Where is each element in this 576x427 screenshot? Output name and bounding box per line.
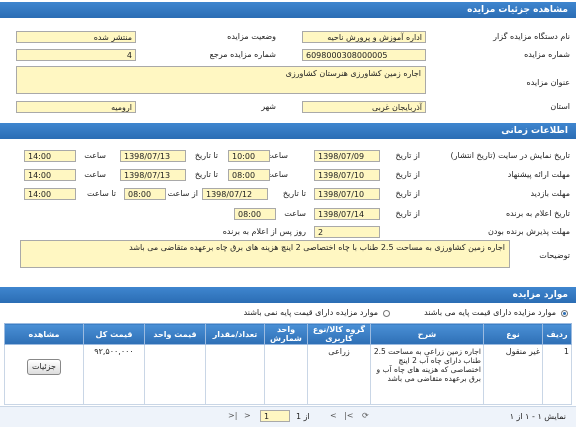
ref-field[interactable]: 4 — [16, 49, 136, 61]
number-field[interactable]: 6098000308000005 — [302, 49, 426, 61]
items-table: ردیف نوع شرح گروه کالا/نوع کاربری واحد ش… — [4, 323, 572, 405]
col-view: مشاهده — [4, 323, 84, 345]
pager-summary: نمایش ۱ - ۱ از ۱ — [509, 412, 566, 421]
ref-label: شماره مزایده مرجع — [209, 50, 276, 59]
items-table-header: ردیف نوع شرح گروه کالا/نوع کاربری واحد ش… — [4, 323, 572, 345]
publish-to-field[interactable]: 1398/07/13 — [120, 150, 186, 162]
visit-from-label: از تاریخ — [395, 189, 420, 198]
prev-page-icon[interactable]: < — [244, 411, 251, 420]
org-field[interactable]: اداره آموزش و پرورش ناحیه — [302, 31, 426, 43]
refresh-icon[interactable]: ⟳ — [362, 411, 369, 420]
radio-without-price-label: موارد مزایده دارای قیمت پایه نمی باشند — [243, 308, 378, 317]
publish-from-label: از تاریخ — [395, 151, 420, 160]
col-type: نوع — [483, 323, 543, 345]
pager: نمایش ۱ - ۱ از ۱ |< < 1 از 1 > >| ⟳ — [0, 406, 576, 427]
publish-from-time-field[interactable]: 10:00 — [228, 150, 270, 162]
desc-field[interactable]: اجاره زمین کشاورزی به مساحت 2.5 طناب با … — [20, 240, 510, 268]
title-field[interactable]: اجاره زمین کشاورزی هنرستان کشاورزی — [16, 66, 426, 94]
radio-with-price[interactable] — [561, 310, 568, 317]
details-button[interactable]: جزئیات — [27, 359, 61, 375]
announce-time-field[interactable]: 08:00 — [234, 208, 276, 220]
col-unit-price: قیمت واحد — [144, 323, 206, 345]
province-label: استان — [550, 102, 570, 111]
publish-label: تاریخ نمایش در سایت (تاریخ انتشار) — [450, 151, 570, 160]
col-qty: تعداد/مقدار — [205, 323, 265, 345]
cell-desc: اجاره زمین زراعی به مساحت 2.5 طناب دارای… — [370, 344, 484, 405]
radio-with-price-label: موارد مزایده دارای قیمت پایه می باشند — [424, 308, 556, 317]
desc-text: اجاره زمین کشاورزی به مساحت 2.5 طناب با … — [129, 243, 505, 252]
cell-group: زراعی — [307, 344, 371, 405]
publish-to-label: تا تاریخ — [194, 151, 218, 160]
winner-label: مهلت پذیرش برنده بودن — [488, 227, 570, 236]
announce-date-field[interactable]: 1398/07/14 — [314, 208, 380, 220]
offer-from-field[interactable]: 1398/07/10 — [314, 169, 380, 181]
last-page-icon[interactable]: >| — [344, 411, 353, 420]
details-header: مشاهده جزئیات مزایده — [0, 2, 576, 18]
city-field[interactable]: ارومیه — [16, 101, 136, 113]
cell-row: 1 — [542, 344, 572, 405]
col-unit: واحد شمارش — [264, 323, 308, 345]
number-label: شماره مزایده — [524, 50, 570, 59]
announce-label: تاریخ اعلام به برنده — [505, 209, 570, 218]
desc-label: توضیحات — [539, 251, 570, 260]
visit-to-label: تا تاریخ — [282, 189, 306, 198]
publish-to-time-field[interactable]: 14:00 — [24, 150, 76, 162]
org-label: نام دستگاه مزایده گزار — [493, 32, 570, 41]
cell-qty — [205, 344, 265, 405]
cell-type: غیر منقول — [483, 344, 543, 405]
publish-from-field[interactable]: 1398/07/09 — [314, 150, 380, 162]
status-field[interactable]: منتشر شده — [16, 31, 136, 43]
timing-header: اطلاعات زمانی — [0, 123, 576, 139]
visit-from-time-field[interactable]: 08:00 — [124, 188, 166, 200]
visit-from-time-label: از ساعت — [167, 189, 198, 198]
col-row: ردیف — [542, 323, 572, 345]
page-of-label: از 1 — [296, 412, 310, 421]
province-field[interactable]: آذربایجان غربی — [302, 101, 426, 113]
visit-to-field[interactable]: 1398/07/12 — [202, 188, 268, 200]
offer-to-time-field[interactable]: 14:00 — [24, 169, 76, 181]
status-label: وضعیت مزایده — [227, 32, 276, 41]
winner-field[interactable]: 2 — [314, 226, 380, 238]
cell-unit — [264, 344, 308, 405]
visit-to-time-label: تا ساعت — [87, 189, 116, 198]
cell-total: ۹۲,۵۰۰,۰۰۰ — [83, 344, 145, 405]
visit-to-time-field[interactable]: 14:00 — [24, 188, 76, 200]
radio-without-price[interactable] — [383, 310, 390, 317]
offer-label: مهلت ارائه پیشنهاد — [507, 170, 570, 179]
offer-to-field[interactable]: 1398/07/13 — [120, 169, 186, 181]
visit-label: مهلت بازدید — [530, 189, 570, 198]
winner-suffix: روز پس از اعلام به برنده — [222, 227, 306, 236]
offer-from-label: از تاریخ — [395, 170, 420, 179]
cell-unit-price — [144, 344, 206, 405]
visit-from-field[interactable]: 1398/07/10 — [314, 188, 380, 200]
announce-time-label: ساعت — [284, 209, 306, 218]
publish-to-time-label: ساعت — [84, 151, 106, 160]
cell-view: جزئیات — [4, 344, 84, 405]
title-label: عنوان مزایده — [526, 78, 571, 87]
col-desc: شرح — [370, 323, 484, 345]
col-total: قیمت کل — [83, 323, 145, 345]
col-group: گروه کالا/نوع کاربری — [307, 323, 371, 345]
table-row: 1 غیر منقول اجاره زمین زراعی به مساحت 2.… — [4, 344, 572, 405]
title-text: اجاره زمین کشاورزی هنرستان کشاورزی — [285, 69, 421, 78]
page-input[interactable]: 1 — [260, 410, 290, 422]
items-header: موارد مزایده — [0, 287, 576, 303]
first-page-icon[interactable]: |< — [228, 411, 237, 420]
offer-from-time-field[interactable]: 08:00 — [228, 169, 270, 181]
announce-from-label: از تاریخ — [395, 209, 420, 218]
offer-to-label: تا تاریخ — [194, 170, 218, 179]
city-label: شهر — [261, 102, 276, 111]
offer-to-time-label: ساعت — [84, 170, 106, 179]
next-page-icon[interactable]: > — [330, 411, 337, 420]
